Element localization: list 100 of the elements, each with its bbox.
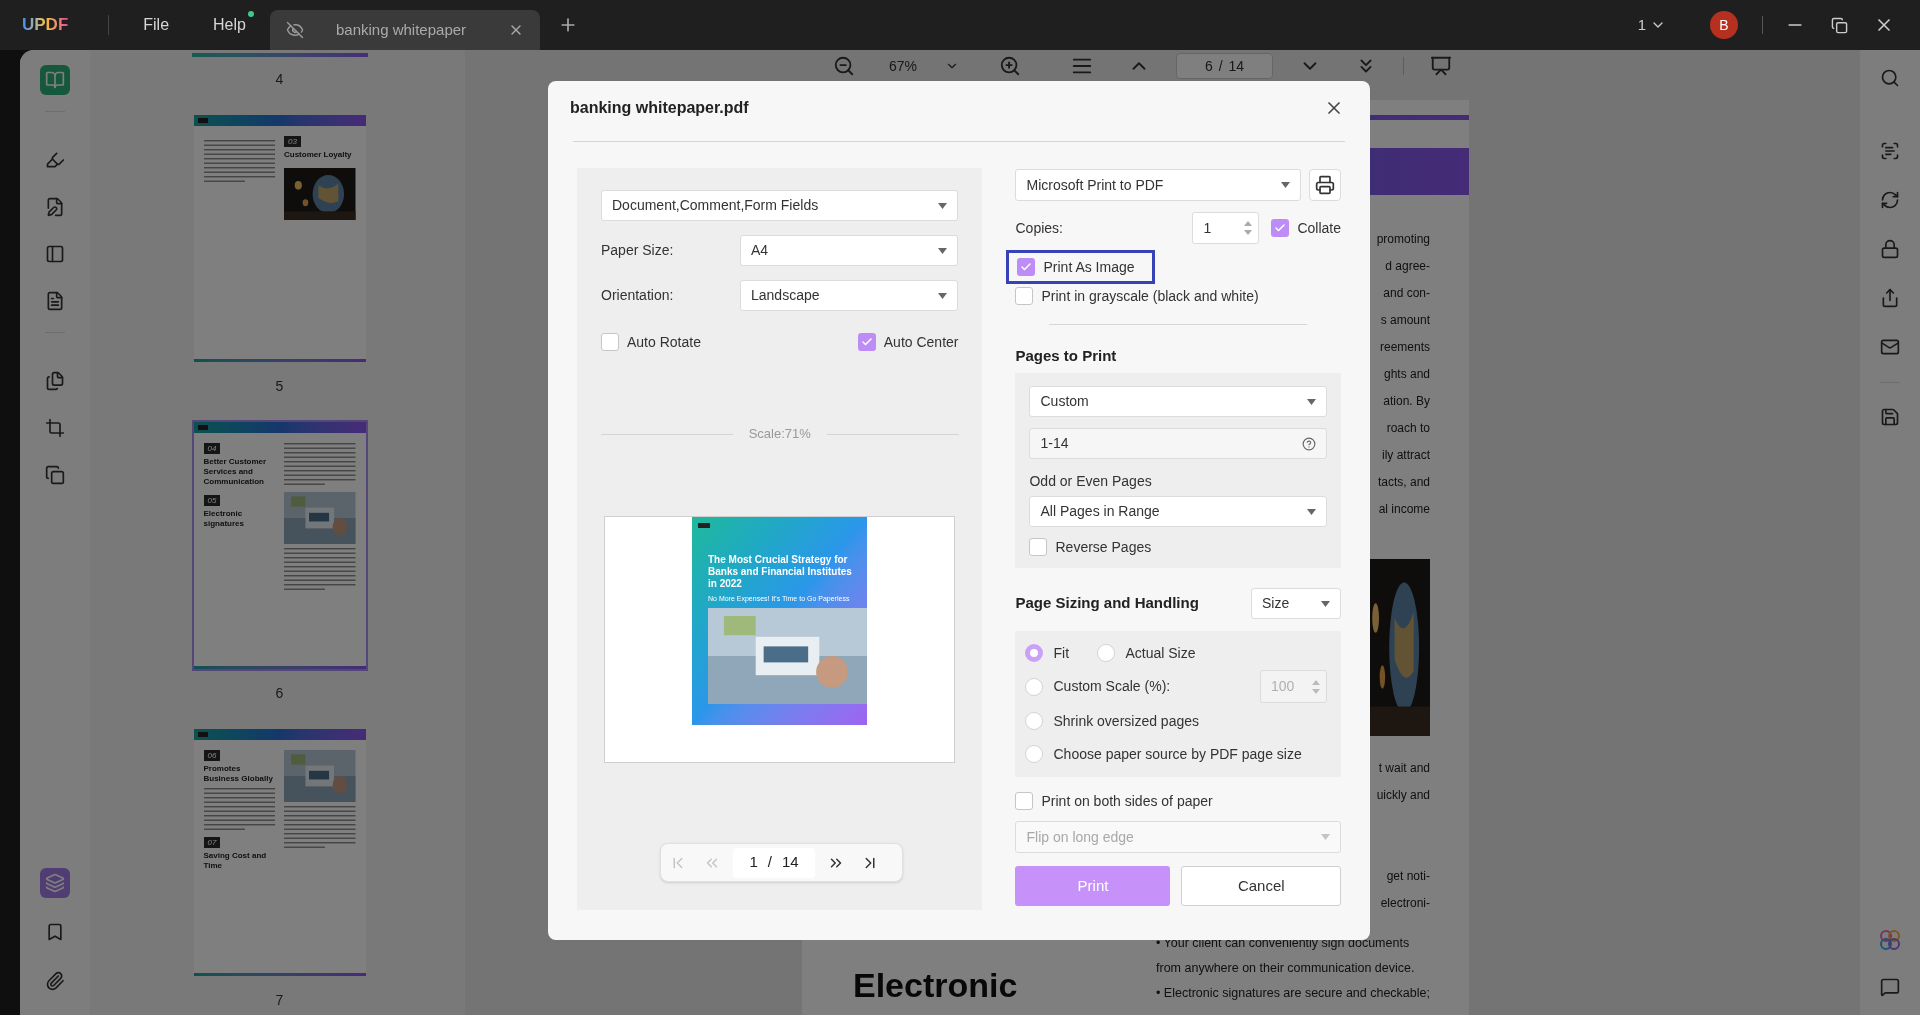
body-text: ghts and bbox=[1383, 366, 1430, 383]
dropdown[interactable]: All Pages in Range bbox=[1029, 496, 1327, 527]
logo-icon bbox=[197, 732, 208, 737]
section-heading: Promotes Business Globally bbox=[203, 764, 274, 784]
checkbox-label: Reverse Pages bbox=[1055, 537, 1152, 557]
body-text: t wait and bbox=[1378, 760, 1430, 777]
checkbox[interactable] bbox=[601, 333, 619, 351]
copies-field[interactable]: 1 bbox=[1192, 212, 1260, 244]
layers-button[interactable] bbox=[40, 868, 70, 898]
reader-button[interactable] bbox=[40, 65, 70, 95]
page-field[interactable]: 6 / 14 bbox=[1176, 53, 1274, 79]
section-number: 06 bbox=[203, 750, 221, 761]
checkbox-label: Print As Image bbox=[1043, 257, 1135, 277]
body-text: ation. By bbox=[1383, 393, 1430, 410]
edit-icon bbox=[45, 197, 65, 217]
logo-icon bbox=[698, 523, 710, 528]
logo-icon bbox=[197, 425, 208, 430]
page-number: 6 bbox=[275, 685, 284, 701]
page-thumbnail[interactable]: 06 Promotes Business Globally 07 Saving Cost and Time bbox=[191, 727, 368, 978]
form-icon bbox=[45, 244, 65, 264]
comment-icon[interactable] bbox=[1880, 977, 1900, 997]
section-heading: Electronic signatures bbox=[203, 509, 245, 529]
checkbox[interactable] bbox=[1271, 219, 1290, 237]
radio-label: Actual Size bbox=[1125, 643, 1196, 663]
dropdown[interactable]: Size bbox=[1251, 588, 1341, 619]
field-label: Paper Size: bbox=[601, 241, 675, 260]
body-text-drawing bbox=[203, 788, 275, 833]
radio-label: Choose paper source by PDF page size bbox=[1053, 744, 1303, 764]
dropdown[interactable]: Custom bbox=[1029, 386, 1327, 417]
caret-icon bbox=[1321, 600, 1330, 607]
dropdown[interactable]: Document,Comment,Form Fields bbox=[601, 190, 959, 221]
user-avatar[interactable]: B bbox=[1710, 11, 1738, 39]
radio-button[interactable] bbox=[1025, 644, 1044, 662]
highlighter-icon bbox=[45, 150, 65, 170]
caret-icon bbox=[1281, 182, 1290, 188]
field-label: Copies: bbox=[1015, 218, 1064, 238]
dropdown[interactable]: Microsoft Print to PDF bbox=[1015, 169, 1301, 201]
ai-assistant-icon[interactable] bbox=[1879, 929, 1901, 951]
radio-label: Fit bbox=[1053, 643, 1070, 663]
dropdown[interactable]: Landscape bbox=[740, 280, 959, 311]
dropdown[interactable]: A4 bbox=[740, 235, 959, 266]
paperclip-icon bbox=[45, 971, 65, 991]
checkbox[interactable] bbox=[857, 333, 876, 351]
printer-button[interactable] bbox=[1309, 169, 1341, 201]
body-text: • Electronic signatures are secure and checkable; bbox=[1156, 985, 1430, 1002]
layers-icon bbox=[45, 873, 65, 893]
body-text: d agree- bbox=[1385, 258, 1430, 275]
checkbox[interactable] bbox=[1015, 792, 1034, 810]
reader-icon bbox=[45, 70, 65, 90]
caret-icon bbox=[1307, 398, 1316, 405]
radio-button[interactable] bbox=[1097, 644, 1116, 662]
scale-label: Scale:71% bbox=[748, 425, 811, 444]
checkbox-label: Print in grayscale (black and white) bbox=[1041, 286, 1259, 306]
restore-icon[interactable] bbox=[1831, 16, 1848, 34]
section-heading: Saving Cost and Time bbox=[203, 851, 268, 871]
search-icon bbox=[1880, 68, 1900, 88]
body-text: uickly and bbox=[1376, 787, 1430, 804]
radio-button[interactable] bbox=[1025, 712, 1044, 730]
slideshow-icon[interactable] bbox=[1430, 55, 1453, 77]
hidden-icon bbox=[285, 21, 304, 39]
checkbox[interactable] bbox=[1017, 258, 1036, 276]
page-thumbnail[interactable]: 04 Better Customer Services and Communication 05 Electronic signatures bbox=[191, 420, 368, 671]
zoom-out-icon[interactable] bbox=[833, 55, 855, 77]
window-count-button[interactable]: 1 bbox=[1637, 13, 1666, 37]
pages-icon bbox=[45, 371, 65, 391]
page-number: 4 bbox=[275, 71, 284, 87]
check-icon bbox=[860, 336, 873, 348]
caret-icon bbox=[938, 202, 948, 209]
section-number: 03 bbox=[284, 136, 301, 147]
section-heading: Pages to Print bbox=[1015, 346, 1118, 366]
page-thumbnail[interactable] bbox=[191, 53, 368, 57]
crop-icon bbox=[45, 418, 65, 438]
cancel-button[interactable]: Cancel bbox=[1181, 866, 1341, 906]
section-number: 04 bbox=[203, 443, 221, 454]
checkbox-label: Auto Rotate bbox=[627, 332, 701, 352]
spinner-icon bbox=[1244, 220, 1253, 236]
caret-icon bbox=[1307, 508, 1316, 515]
menu-item[interactable]: File bbox=[143, 13, 170, 37]
zoom-in-icon[interactable] bbox=[999, 55, 1022, 77]
save-icon bbox=[1880, 407, 1900, 427]
checkbox[interactable] bbox=[1029, 538, 1048, 556]
lock-icon bbox=[1880, 239, 1900, 259]
radio-button[interactable] bbox=[1025, 745, 1044, 763]
checkbox[interactable] bbox=[1015, 287, 1034, 305]
page-field[interactable]: 1 / 14 bbox=[733, 847, 815, 878]
menu-item[interactable]: Help bbox=[213, 13, 246, 37]
checkbox-label: Collate bbox=[1297, 218, 1341, 238]
help-icon[interactable] bbox=[1302, 436, 1316, 451]
body-text: electroni- bbox=[1380, 895, 1430, 912]
section-number: 05 bbox=[203, 495, 221, 506]
body-text: al income bbox=[1378, 501, 1430, 518]
body-text: and con- bbox=[1383, 285, 1430, 302]
printer-icon bbox=[1315, 175, 1335, 195]
page-range-field[interactable]: 1-14 bbox=[1029, 428, 1327, 459]
body-text: get noti- bbox=[1386, 868, 1430, 885]
document-tab[interactable]: banking whitepaper bbox=[269, 10, 540, 50]
page-thumbnail[interactable]: 03 Customer Loyalty bbox=[191, 113, 368, 364]
ocr-icon bbox=[1880, 141, 1900, 161]
zoom-level[interactable]: 67% bbox=[889, 55, 918, 77]
caret-icon bbox=[1321, 834, 1330, 840]
